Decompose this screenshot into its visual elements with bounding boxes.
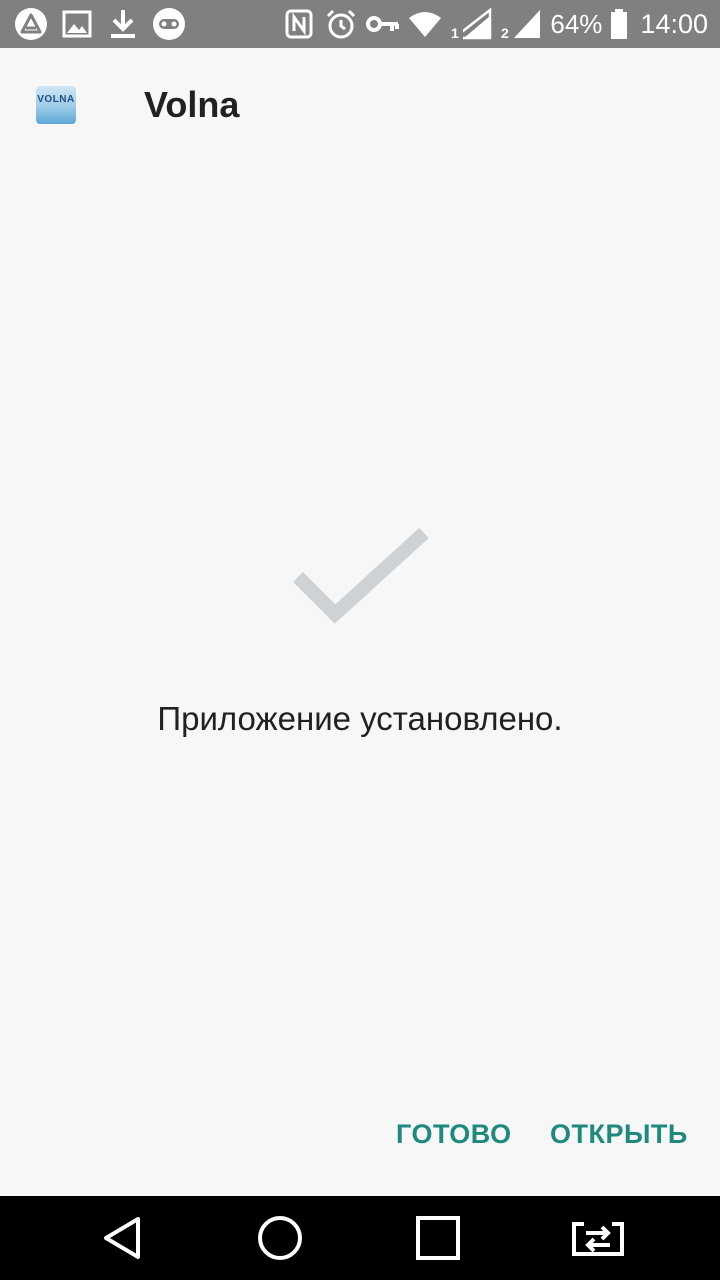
app-icon: VOLNA (36, 86, 76, 124)
check-icon (290, 525, 435, 635)
nfc-icon (282, 7, 316, 41)
install-status-message: Приложение установлено. (157, 700, 563, 737)
navigation-bar (0, 1196, 720, 1280)
notification-icons (14, 7, 186, 41)
game-controller-icon (152, 7, 186, 41)
open-button[interactable]: ОТКРЫТЬ (550, 1112, 688, 1156)
app-icon-text: VOLNA (37, 94, 75, 105)
clock-time: 14:00 (640, 8, 708, 39)
vpn-key-icon (366, 7, 400, 41)
recents-icon[interactable] (414, 1214, 462, 1262)
status-bar: 1 2 64% 14:00 (0, 0, 720, 48)
sim2-label: 2 (501, 25, 509, 40)
wifi-icon (408, 7, 442, 41)
system-status-icons: 1 2 64% 14:00 (282, 7, 708, 41)
switch-apps-icon[interactable] (570, 1214, 626, 1262)
done-button[interactable]: ГОТОВО (396, 1112, 512, 1156)
battery-percent: 64% (550, 8, 603, 39)
signal-sim2-icon: 2 (500, 7, 542, 41)
signal-sim1-icon: 1 (450, 7, 492, 41)
back-icon[interactable] (98, 1214, 146, 1262)
alarm-icon (324, 7, 358, 41)
download-icon (106, 7, 140, 41)
app-alert-icon (14, 7, 48, 41)
app-title: Volna (144, 84, 240, 125)
app-header: VOLNA Volna (0, 48, 720, 160)
image-icon (60, 7, 94, 41)
battery-icon (610, 7, 628, 41)
sim1-label: 1 (451, 25, 459, 40)
home-icon[interactable] (256, 1214, 304, 1262)
